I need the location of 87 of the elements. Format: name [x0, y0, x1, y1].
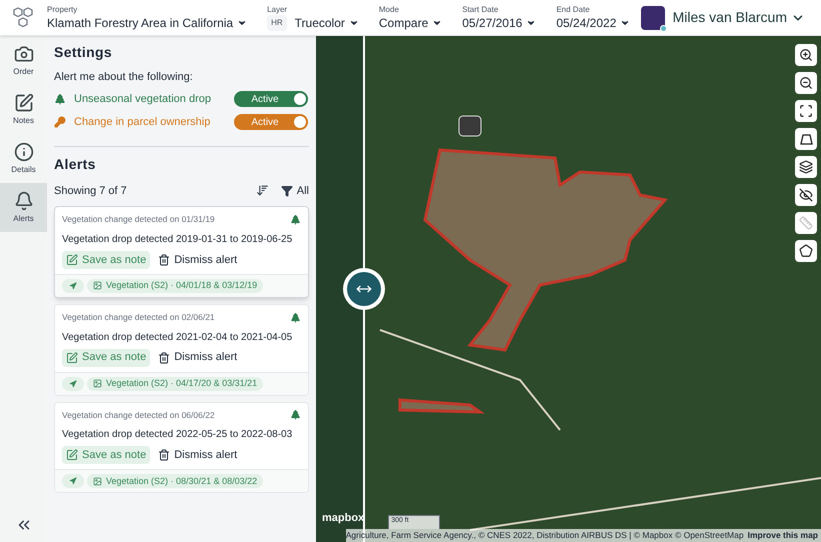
toggle-switch[interactable]: Active: [234, 91, 308, 107]
edit-icon: [66, 352, 78, 364]
filter-icon: [280, 184, 293, 197]
image-icon: [93, 379, 102, 388]
alert-card[interactable]: Vegetation change detected on 02/06/21 Vegetation drop detected 2021-02-04 to 2021-04-05 Save as note Dismiss alert Vegetation (S2) · 04/17/20 & 03/31/21: [54, 304, 309, 396]
alert-card[interactable]: Vegetation change detected on 01/31/19 Vegetation drop detected 2019-01-31 to 2019-06-25 Save as note Dismiss alert Vegetation (S2) · 04/01/18 & 03/12/19: [54, 206, 309, 298]
card-title: Vegetation drop detected 2021-02-04 to 2021-04-05: [62, 330, 294, 344]
hexagons-logo-icon: [12, 6, 36, 28]
card-header: Vegetation change detected on 06/06/22: [62, 408, 215, 422]
locate-button[interactable]: [62, 278, 84, 293]
card-title: Vegetation drop detected 2019-01-31 to 2019-06-25: [62, 232, 294, 247]
map-tool-button[interactable]: [795, 240, 817, 262]
map-tool-button[interactable]: [795, 128, 817, 150]
save-note-button[interactable]: Save as note: [62, 250, 150, 269]
save-note-button[interactable]: Save as note: [62, 446, 150, 464]
edit-icon: [14, 92, 34, 112]
dropdown[interactable]: Compare: [378, 14, 442, 30]
section-title: Alerts: [54, 154, 97, 174]
arrow-pointer-icon: [69, 282, 77, 290]
tree-icon: [54, 93, 66, 105]
card-title: Vegetation drop detected 2022-05-25 to 2022-08-03: [62, 428, 294, 442]
map-tool-button[interactable]: [795, 184, 817, 206]
save-note-button[interactable]: Save as note: [62, 348, 150, 366]
field-label: Start Date: [462, 4, 500, 14]
map-tool-button[interactable]: [795, 100, 817, 122]
result-count: Showing 7 of 7: [54, 184, 127, 198]
tree-icon: [290, 214, 301, 225]
dropdown[interactable]: 05/24/2022: [556, 14, 630, 30]
card-header: Vegetation change detected on 01/31/19: [62, 213, 215, 226]
rail-tab[interactable]: Order: [0, 36, 47, 85]
trapezoid-icon: [800, 134, 812, 144]
arrow-pointer-icon: [69, 477, 77, 486]
dropdown[interactable]: 05/27/2016: [462, 14, 536, 30]
layers-icon: [799, 160, 813, 174]
tree-icon: [290, 312, 301, 323]
trash-icon: [158, 449, 170, 462]
image-icon: [93, 476, 102, 486]
user-menu[interactable]: Miles van Blarcum: [672, 7, 805, 28]
tree-icon: [290, 409, 301, 420]
map-logo: mapbox: [322, 510, 364, 526]
rail-tab[interactable]: Details: [0, 134, 47, 183]
sort-icon[interactable]: [256, 184, 269, 198]
rail-tab[interactable]: Notes: [0, 85, 47, 134]
dismiss-button[interactable]: Dismiss alert: [158, 250, 238, 269]
arrow-pointer-icon: [69, 380, 77, 388]
trash-icon: [158, 254, 170, 266]
dropdown[interactable]: Klamath Forestry Area in California: [47, 14, 248, 30]
info-icon: [14, 142, 34, 162]
image-icon: [93, 281, 102, 290]
fit-icon: [799, 104, 813, 118]
key-icon: [54, 116, 66, 128]
hidden-eye-icon: [799, 188, 813, 202]
locate-button[interactable]: [62, 474, 84, 488]
bell-icon: [14, 190, 34, 210]
map-tool-button[interactable]: [795, 72, 817, 94]
camera-icon: [14, 44, 34, 64]
imagery-chip[interactable]: Vegetation (S2) · 04/17/20 & 03/31/21: [87, 376, 264, 390]
rule-label: Unseasonal vegetation drop: [74, 92, 211, 107]
field-label: Mode: [378, 4, 400, 14]
dismiss-button[interactable]: Dismiss alert: [158, 446, 238, 464]
trash-icon: [158, 352, 170, 364]
map-tool-button[interactable]: [795, 156, 817, 178]
dropdown[interactable]: HR Truecolor: [267, 14, 359, 30]
badge: HR: [267, 14, 287, 30]
dismiss-button[interactable]: Dismiss alert: [158, 348, 238, 366]
field-label: Property: [47, 4, 78, 14]
locate-button[interactable]: [62, 376, 84, 390]
imagery-chip[interactable]: Vegetation (S2) · 04/01/18 & 03/12/19: [87, 278, 264, 293]
alert-card[interactable]: Vegetation change detected on 06/06/22 Vegetation drop detected 2022-05-25 to 2022-08-03 Save as note Dismiss alert Vegetation (S2) · 08/30/21 & 08/03/22: [54, 402, 309, 494]
map-tool-button[interactable]: [795, 44, 817, 66]
card-header: Vegetation change detected on 02/06/21: [62, 310, 215, 324]
zoom-in-icon: [799, 48, 813, 62]
field-label: Layer: [267, 4, 288, 14]
ruler-icon: [799, 216, 813, 230]
prompt-text: Alert me about the following:: [54, 70, 194, 85]
zoom-out-icon: [799, 76, 813, 90]
edit-icon: [66, 449, 78, 462]
imagery-chip[interactable]: Vegetation (S2) · 08/30/21 & 08/03/22: [87, 474, 264, 488]
filter-button[interactable]: All: [280, 182, 309, 199]
rail-tab[interactable]: Alerts: [0, 183, 47, 232]
rule-label: Change in parcel ownership: [74, 114, 210, 130]
edit-icon: [66, 254, 78, 266]
avatar-icon: [640, 6, 665, 30]
improve-map-link[interactable]: Improve this map: [748, 529, 818, 542]
field-label: End Date: [556, 4, 591, 14]
section-title: Settings: [54, 43, 114, 62]
pentagon-icon: [799, 244, 813, 258]
